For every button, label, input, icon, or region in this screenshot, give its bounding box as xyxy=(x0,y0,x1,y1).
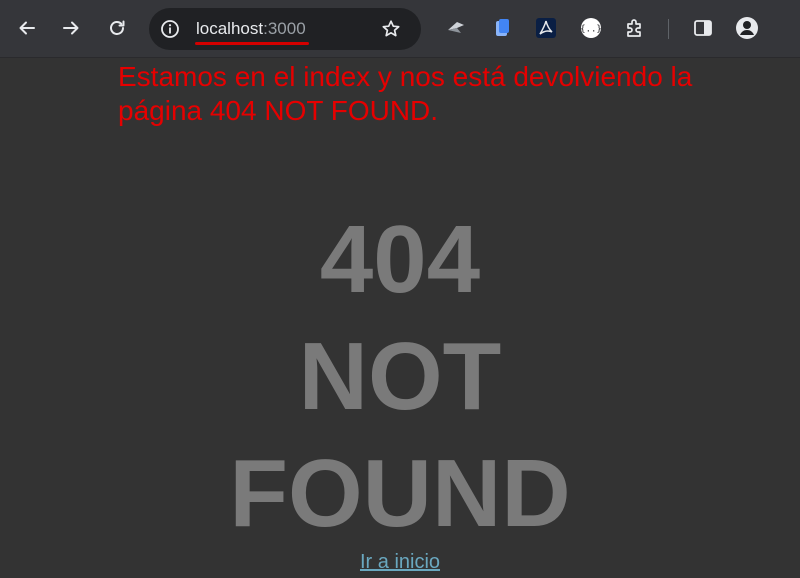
url-red-underline xyxy=(195,42,309,45)
puzzle-icon xyxy=(627,19,641,37)
arrow-right-icon xyxy=(63,21,79,35)
svg-text:{..}: {..} xyxy=(580,25,602,35)
extension-docs-button[interactable] xyxy=(487,13,517,43)
json-extension-icon: {..} xyxy=(580,18,602,38)
reload-icon xyxy=(110,20,125,35)
profile-button[interactable] xyxy=(732,13,762,43)
extension-pdf-button[interactable] xyxy=(531,13,561,43)
arrow-left-icon xyxy=(19,21,35,35)
back-button[interactable] xyxy=(12,13,42,43)
extensions-menu-button[interactable] xyxy=(620,13,650,43)
error-title-line1: NOT xyxy=(298,323,502,430)
browser-toolbar: localhost:3000 {..} xyxy=(0,0,800,58)
profile-icon xyxy=(736,17,758,39)
extension-json-button[interactable]: {..} xyxy=(576,13,606,43)
site-info-button[interactable] xyxy=(159,18,181,40)
forward-button[interactable] xyxy=(56,13,86,43)
annotation-text: Estamos en el index y nos está devolvien… xyxy=(118,61,693,126)
url-text[interactable]: localhost:3000 xyxy=(196,19,306,39)
reload-button[interactable] xyxy=(102,13,132,43)
address-bar[interactable]: localhost:3000 xyxy=(149,8,421,50)
info-icon xyxy=(161,20,179,38)
pdf-extension-icon xyxy=(536,18,556,38)
error-title-line2: FOUND xyxy=(229,440,571,547)
side-panel-icon xyxy=(694,20,712,36)
bookmark-button[interactable] xyxy=(380,18,402,40)
docs-extension-icon xyxy=(496,19,509,36)
vpn-extension-icon xyxy=(448,22,464,33)
star-icon xyxy=(382,20,400,37)
side-panel-button[interactable] xyxy=(688,13,718,43)
toolbar-separator xyxy=(668,19,669,39)
error-code: 404 xyxy=(319,206,481,313)
home-link[interactable]: Ir a inicio xyxy=(0,551,800,574)
extension-vpn-button[interactable] xyxy=(441,13,471,43)
url-port: :3000 xyxy=(263,19,306,38)
url-host: localhost xyxy=(196,19,264,38)
